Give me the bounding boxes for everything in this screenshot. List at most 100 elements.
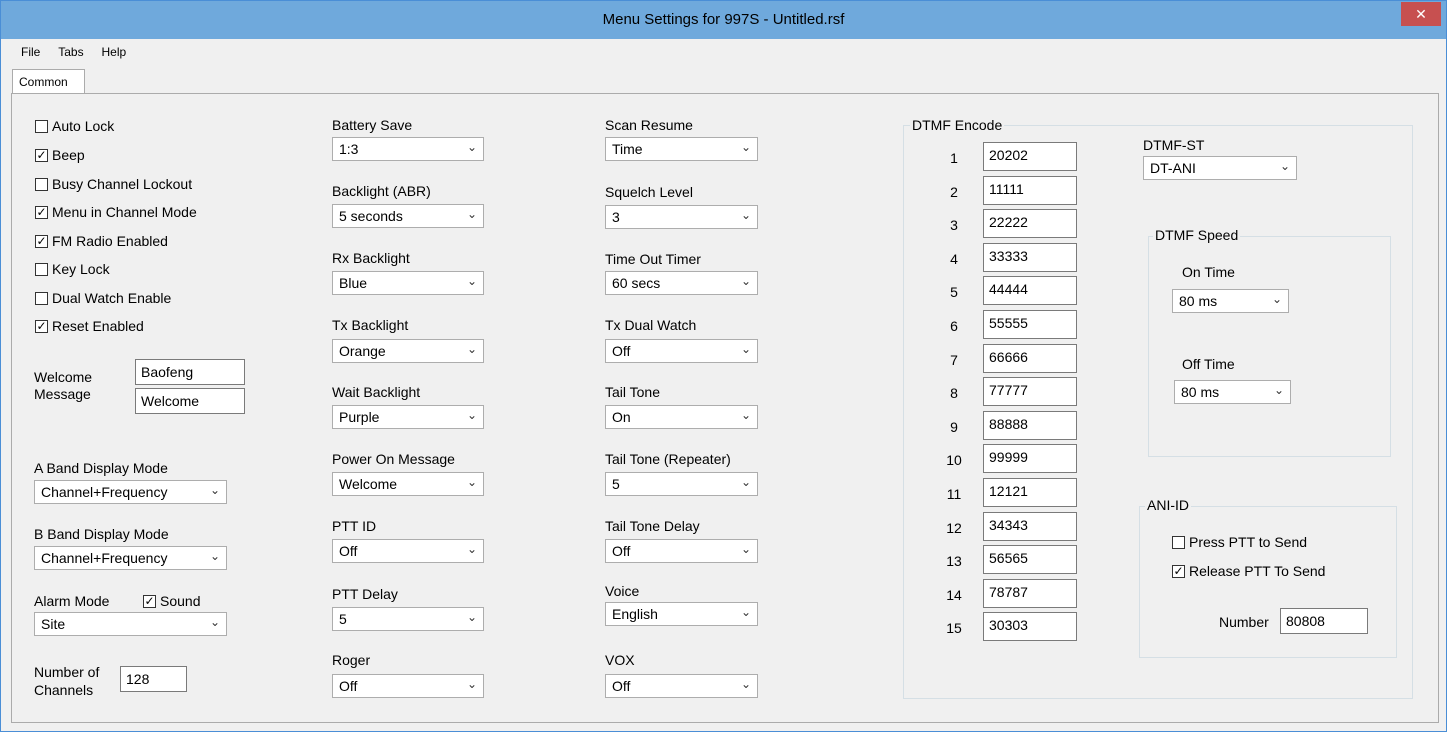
time-out-timer-select[interactable]: 60 secs ⌄ bbox=[605, 271, 758, 295]
tx-dual-watch-select[interactable]: Off ⌄ bbox=[605, 339, 758, 363]
ptt-id-label: PTT ID bbox=[332, 518, 377, 534]
checkbox-label: Dual Watch Enable bbox=[52, 290, 172, 306]
alarm-mode-select[interactable]: Site ⌄ bbox=[34, 612, 227, 636]
select-value: 5 bbox=[339, 611, 347, 627]
roger-select[interactable]: Off ⌄ bbox=[332, 674, 484, 698]
select-value: 80 ms bbox=[1179, 293, 1218, 309]
tail-tone-repeater-select[interactable]: 5 ⌄ bbox=[605, 472, 758, 496]
key-lock-checkbox[interactable]: Key Lock bbox=[35, 261, 110, 277]
dtmf-code-input[interactable]: 11111 bbox=[983, 176, 1077, 205]
auto-lock-checkbox[interactable]: Auto Lock bbox=[35, 118, 114, 134]
tx-backlight-select[interactable]: Orange ⌄ bbox=[332, 339, 484, 363]
vox-label: VOX bbox=[605, 652, 635, 668]
dtmf-row-number: 9 bbox=[950, 419, 958, 435]
dtmf-row-number: 7 bbox=[950, 352, 958, 368]
dtmf-code-input[interactable]: 66666 bbox=[983, 344, 1077, 373]
chevron-down-icon: ⌄ bbox=[740, 408, 751, 422]
press-ptt-to-send-checkbox[interactable]: Press PTT to Send bbox=[1172, 534, 1307, 550]
menu-in-channel-mode-checkbox[interactable]: ✓ Menu in Channel Mode bbox=[35, 204, 197, 220]
release-ptt-to-send-checkbox[interactable]: ✓ Release PTT To Send bbox=[1172, 563, 1325, 579]
menu-file[interactable]: File bbox=[21, 45, 40, 59]
dtmf-row-number: 10 bbox=[946, 452, 962, 468]
dtmf-code-input[interactable]: 34343 bbox=[983, 512, 1077, 541]
checkbox-box: ✓ bbox=[1172, 563, 1185, 578]
dtmf-code-input[interactable]: 55555 bbox=[983, 310, 1077, 339]
ptt-delay-select[interactable]: 5 ⌄ bbox=[332, 607, 484, 631]
checkbox-box bbox=[35, 177, 48, 191]
menu-tabs[interactable]: Tabs bbox=[58, 45, 83, 59]
dtmf-st-select[interactable]: DT-ANI ⌄ bbox=[1143, 156, 1297, 180]
dtmf-code-input[interactable]: 12121 bbox=[983, 478, 1077, 507]
wait-backlight-label: Wait Backlight bbox=[332, 384, 421, 400]
select-value: Time bbox=[612, 141, 643, 157]
dual-watch-enable-checkbox[interactable]: Dual Watch Enable bbox=[35, 290, 171, 306]
voice-label: Voice bbox=[605, 583, 640, 599]
dtmf-code-input[interactable]: 20202 bbox=[983, 142, 1077, 171]
select-value: 1:3 bbox=[339, 141, 359, 157]
channels-label-line2: Channels bbox=[34, 682, 94, 698]
welcome-label-line1: Welcome bbox=[34, 369, 93, 385]
select-value: Off bbox=[339, 678, 358, 694]
power-on-message-select[interactable]: Welcome ⌄ bbox=[332, 472, 484, 496]
dtmf-code-input[interactable]: 44444 bbox=[983, 276, 1077, 305]
sound-checkbox[interactable]: ✓ Sound bbox=[143, 593, 200, 609]
menu-help[interactable]: Help bbox=[101, 45, 126, 59]
ani-number-input[interactable]: 80808 bbox=[1280, 608, 1368, 634]
dtmf-code-input[interactable]: 77777 bbox=[983, 377, 1077, 406]
squelch-level-select[interactable]: 3 ⌄ bbox=[605, 205, 758, 229]
voice-select[interactable]: English ⌄ bbox=[605, 602, 758, 626]
chevron-down-icon: ⌄ bbox=[466, 274, 477, 288]
welcome-line1-input[interactable]: Baofeng bbox=[135, 359, 245, 385]
chevron-down-icon: ⌄ bbox=[466, 677, 477, 691]
scan-resume-select[interactable]: Time ⌄ bbox=[605, 137, 758, 161]
a-band-display-select[interactable]: Channel+Frequency ⌄ bbox=[34, 480, 227, 504]
battery-save-select[interactable]: 1:3 ⌄ bbox=[332, 137, 484, 161]
checkbox-box bbox=[35, 119, 48, 133]
rx-backlight-select[interactable]: Blue ⌄ bbox=[332, 271, 484, 295]
chevron-down-icon: ⌄ bbox=[209, 483, 220, 497]
menu-bar: File Tabs Help bbox=[9, 39, 1440, 63]
time-out-timer-label: Time Out Timer bbox=[605, 251, 701, 267]
tab-common[interactable]: Common bbox=[12, 69, 85, 94]
chevron-down-icon: ⌄ bbox=[740, 140, 751, 154]
off-time-select[interactable]: 80 ms ⌄ bbox=[1174, 380, 1291, 404]
tail-tone-delay-select[interactable]: Off ⌄ bbox=[605, 539, 758, 563]
checkbox-label: Key Lock bbox=[52, 261, 110, 277]
dtmf-code-input[interactable]: 56565 bbox=[983, 545, 1077, 574]
wait-backlight-select[interactable]: Purple ⌄ bbox=[332, 405, 484, 429]
dtmf-code-input[interactable]: 33333 bbox=[983, 243, 1077, 272]
on-time-select[interactable]: 80 ms ⌄ bbox=[1172, 289, 1289, 313]
dtmf-code-input[interactable]: 88888 bbox=[983, 411, 1077, 440]
dtmf-code-input[interactable]: 78787 bbox=[983, 579, 1077, 608]
chevron-down-icon: ⌄ bbox=[1279, 159, 1290, 173]
battery-save-label: Battery Save bbox=[332, 117, 413, 133]
window-title: Menu Settings for 997S - Untitled.rsf bbox=[602, 11, 845, 28]
dtmf-code-input[interactable]: 22222 bbox=[983, 209, 1077, 238]
tail-tone-select[interactable]: On ⌄ bbox=[605, 405, 758, 429]
dtmf-row-number: 6 bbox=[950, 318, 958, 334]
b-band-display-select[interactable]: Channel+Frequency ⌄ bbox=[34, 546, 227, 570]
backlight-abr-select[interactable]: 5 seconds ⌄ bbox=[332, 204, 484, 228]
vox-select[interactable]: Off ⌄ bbox=[605, 674, 758, 698]
tx-dual-watch-label: Tx Dual Watch bbox=[605, 317, 697, 333]
chevron-down-icon: ⌄ bbox=[740, 208, 751, 222]
common-tab-panel: Auto Lock ✓ Beep Busy Channel Lockout ✓ … bbox=[11, 93, 1439, 723]
beep-checkbox[interactable]: ✓ Beep bbox=[35, 147, 85, 163]
chevron-down-icon: ⌄ bbox=[740, 475, 751, 489]
busy-channel-lockout-checkbox[interactable]: Busy Channel Lockout bbox=[35, 176, 192, 192]
dtmf-code-input[interactable]: 30303 bbox=[983, 612, 1077, 641]
close-button[interactable]: ✕ bbox=[1401, 2, 1441, 26]
reset-enabled-checkbox[interactable]: ✓ Reset Enabled bbox=[35, 318, 144, 334]
dtmf-code-input[interactable]: 99999 bbox=[983, 444, 1077, 473]
scan-resume-label: Scan Resume bbox=[605, 117, 693, 133]
ptt-id-select[interactable]: Off ⌄ bbox=[332, 539, 484, 563]
chevron-down-icon: ⌄ bbox=[209, 615, 220, 629]
a-band-label: A Band Display Mode bbox=[34, 460, 168, 476]
channels-label-line1: Number of bbox=[34, 664, 100, 680]
title-bar[interactable]: Menu Settings for 997S - Untitled.rsf ✕ bbox=[1, 1, 1446, 39]
welcome-line2-input[interactable]: Welcome bbox=[135, 388, 245, 414]
fm-radio-enabled-checkbox[interactable]: ✓ FM Radio Enabled bbox=[35, 233, 168, 249]
checkbox-label: Menu in Channel Mode bbox=[52, 204, 197, 220]
number-of-channels-input[interactable]: 128 bbox=[120, 666, 187, 692]
chevron-down-icon: ⌄ bbox=[466, 408, 477, 422]
